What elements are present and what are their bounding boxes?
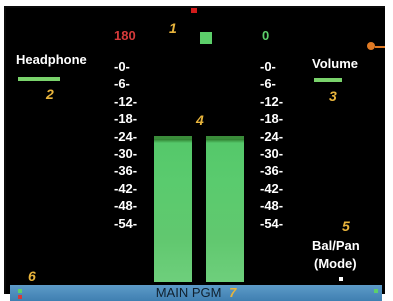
scale-label: -48- (260, 198, 284, 214)
scale-label: -54- (260, 215, 284, 231)
scale-label: -30- (114, 146, 138, 162)
scale-label: -42- (260, 180, 284, 196)
footer-left-dot-red (18, 295, 22, 299)
callout-1: 1 (169, 20, 177, 36)
mode-label-line1[interactable]: Bal/Pan (312, 238, 360, 253)
volume-level-bar (314, 78, 342, 82)
footer-bar[interactable]: MAIN PGM 7 (10, 285, 382, 301)
peak-right-value: 0 (262, 28, 270, 43)
scale-label: -18- (260, 111, 284, 127)
scale-label: -24- (114, 128, 138, 144)
callout-3: 3 (329, 88, 337, 104)
mode-label-line2[interactable]: (Mode) (314, 256, 357, 271)
headphone-level-bar (18, 77, 60, 81)
knob-dot[interactable] (367, 42, 375, 50)
scale-label: -48- (114, 198, 138, 214)
scale-label: -12- (260, 93, 284, 109)
scale-label: -30- (260, 146, 284, 162)
meter-display: 180 1 0 Headphone 2 Volume 3 -0- -6- -12… (4, 6, 385, 294)
callout-2: 2 (46, 86, 54, 102)
scale-label: -36- (114, 163, 138, 179)
top-marker-tick (191, 8, 197, 13)
footer-right-dot (374, 289, 378, 293)
callout-4: 4 (196, 112, 204, 128)
db-scale-right: -0- -6- -12- -18- -24- -30- -36- -42- -4… (260, 58, 283, 232)
scale-label: -0- (260, 59, 276, 74)
callout-7: 7 (229, 285, 237, 300)
peak-left-value: 180 (114, 28, 136, 43)
scale-label: -42- (114, 180, 138, 196)
meter-right (206, 139, 244, 282)
scale-label: -18- (114, 111, 138, 127)
callout-5: 5 (342, 218, 350, 234)
scale-label: -12- (114, 93, 138, 109)
mode-indicator (339, 277, 343, 281)
scale-label: -54- (114, 215, 138, 231)
signal-indicator (200, 32, 212, 44)
footer-left-dot (18, 289, 22, 293)
scale-label: -0- (114, 59, 130, 74)
volume-label[interactable]: Volume (312, 56, 358, 71)
headphone-label[interactable]: Headphone (16, 52, 87, 67)
meter-left (154, 139, 192, 282)
footer-text: MAIN PGM (155, 285, 222, 300)
scale-label: -6- (114, 76, 130, 92)
knob-line (375, 46, 385, 48)
scale-label: -24- (260, 128, 284, 144)
db-scale-left: -0- -6- -12- -18- -24- -30- -36- -42- -4… (114, 58, 137, 232)
footer-label: MAIN PGM 7 (10, 285, 382, 301)
scale-label: -6- (260, 76, 276, 92)
scale-label: -36- (260, 163, 284, 179)
callout-6: 6 (28, 268, 36, 284)
